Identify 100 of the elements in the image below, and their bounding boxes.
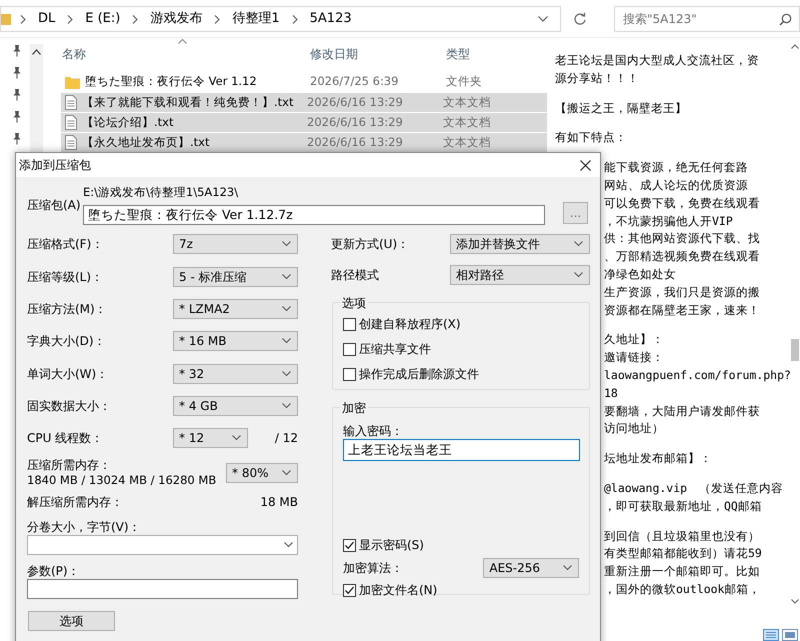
- preview-text-line: 网站、成人论坛的优质资源: [604, 176, 748, 194]
- refresh-icon[interactable]: [573, 12, 587, 26]
- checkbox-label[interactable]: 操作完成后删除源文件: [359, 365, 479, 384]
- preview-text-line: 有类型邮箱都能收到）请花59: [604, 545, 762, 562]
- field-label: 单词大小(W)：: [27, 366, 110, 383]
- dialog-title: 添加到压缩包: [19, 157, 91, 174]
- file-row[interactable]: 【永久地址发布页】.txt 2026/6/16 13:29 文本文档: [61, 132, 547, 152]
- field-label: 压缩等级(L)：: [27, 268, 104, 286]
- breadcrumb-link[interactable]: E (E:): [82, 9, 124, 29]
- column-header[interactable]: 类型: [442, 45, 542, 63]
- dropdown[interactable]: 相对路径: [450, 264, 590, 285]
- memory-usage: 1840 MB / 13024 MB / 16280 MB: [27, 473, 216, 488]
- preview-text-line: @laowang.vip （发送任意内容: [604, 480, 784, 497]
- chevron-down-icon[interactable]: [538, 16, 548, 22]
- preview-text-line: 邀请链接：: [604, 349, 664, 366]
- chevron-down-icon: [284, 542, 293, 548]
- dropdown[interactable]: * LZMA2: [173, 298, 298, 319]
- checkbox-label[interactable]: 显示密码(S): [359, 536, 424, 554]
- pin-icon[interactable]: [12, 132, 22, 145]
- dropdown[interactable]: AES-256: [483, 558, 579, 578]
- breadcrumb-link[interactable]: 待整理1: [229, 9, 283, 29]
- dropdown[interactable]: * 32: [173, 364, 298, 384]
- chevron-down-icon: [282, 241, 291, 248]
- file-name: 堕ちた聖痕：夜行伝令 Ver 1.12: [85, 73, 258, 90]
- details-view-icon[interactable]: [763, 629, 779, 641]
- preview-text-line: 坛地址发布邮箱】：: [604, 450, 712, 468]
- column-header[interactable]: 修改日期: [306, 45, 442, 63]
- archive-name-field[interactable]: 堕ちた聖痕：夜行伝令 Ver 1.12.7z: [83, 205, 545, 226]
- search-field[interactable]: 搜索"5A123": [614, 6, 800, 32]
- preview-text-line: 可以免费下载，免费在线观看: [604, 194, 760, 212]
- dropdown[interactable]: * 12: [173, 428, 248, 448]
- field-label: 压缩格式(F)：: [27, 236, 104, 254]
- chevron-right-icon: [214, 14, 220, 24]
- pin-icon[interactable]: [12, 66, 22, 79]
- file-name: 【论坛介绍】.txt: [82, 114, 174, 131]
- chevron-down-icon: [282, 338, 291, 344]
- checkbox-label[interactable]: 加密文件名(N): [359, 581, 438, 600]
- chevron-down-icon: [563, 564, 572, 571]
- checkbox-label[interactable]: 创建自释放程序(X): [359, 315, 461, 334]
- archive-label: 压缩包(A): [27, 197, 82, 214]
- file-row[interactable]: 堕ちた聖痕：夜行伝令 Ver 1.12 2026/7/25 6:39 文件夹: [61, 72, 547, 92]
- close-icon[interactable]: [580, 160, 591, 170]
- preview-text-line: 久地址】：: [604, 331, 664, 348]
- folder-icon: [65, 76, 80, 88]
- breadcrumb-link[interactable]: DL: [35, 9, 58, 29]
- field-label: 更新方式(U)：: [331, 236, 410, 253]
- checkbox[interactable]: [343, 342, 356, 356]
- password-field[interactable]: 上老王论坛当老王: [343, 439, 580, 462]
- parameters-field[interactable]: [27, 579, 298, 600]
- chevron-right-icon: [20, 14, 26, 24]
- scroll-up-icon[interactable]: [32, 49, 41, 55]
- pin-icon[interactable]: [12, 110, 22, 123]
- dropdown[interactable]: 5 - 标准压缩: [173, 266, 298, 287]
- preview-text-line: laowangpuenf.com/forum.php?: [604, 366, 791, 384]
- chevron-down-icon: [574, 240, 583, 247]
- chevron-down-icon: [282, 306, 291, 312]
- preview-text-line: 能下载资源，绝无任何套路: [604, 159, 748, 176]
- file-row[interactable]: 【论坛介绍】.txt 2026/6/16 13:29 文本文档: [61, 112, 547, 132]
- options-button[interactable]: 选项: [28, 611, 115, 632]
- pin-icon[interactable]: [12, 44, 22, 57]
- field-label: 参数(P)：: [27, 563, 81, 580]
- preview-text-line: 、万部精选视频免费在线观看: [604, 248, 760, 266]
- column-header[interactable]: 名称: [61, 45, 306, 63]
- checkbox[interactable]: [343, 318, 356, 331]
- chevron-down-icon: [282, 370, 291, 377]
- checkbox[interactable]: [343, 584, 356, 597]
- preview-text-line: 资源都在隔壁老王家，速来！: [604, 302, 760, 319]
- preview-text-line: 生产资源，我们只是资源的搬: [604, 284, 760, 301]
- field-label: 加密算法：: [343, 560, 404, 577]
- modified-date: 2026/6/16 13:29: [306, 94, 404, 111]
- pin-icon[interactable]: [12, 88, 22, 101]
- preview-text-line: ，国外的微软outlook邮箱，: [604, 580, 760, 598]
- checkbox-label[interactable]: 压缩共享文件: [359, 340, 431, 358]
- memory-value: 18 MB: [260, 494, 298, 512]
- text-file-icon: [65, 115, 77, 130]
- dropdown[interactable]: 添加并替换文件: [450, 234, 590, 254]
- scrollbar-thumb[interactable]: [791, 339, 799, 361]
- breadcrumb-link[interactable]: 5A123: [306, 9, 355, 29]
- file-row[interactable]: 【来了就能下载和观看！纯免费！】.txt 2026/6/16 13:29 文本文档: [61, 92, 547, 112]
- field-label: 压缩所需内存：: [27, 458, 112, 474]
- preview-text-line: 重新注册一个邮箱即可。比如: [604, 563, 760, 580]
- checkbox[interactable]: [343, 538, 356, 552]
- dropdown[interactable]: * 80%: [226, 463, 298, 484]
- search-icon[interactable]: [779, 13, 792, 26]
- large-icons-view-icon[interactable]: [782, 629, 798, 641]
- file-name: 【来了就能下载和观看！纯免费！】.txt: [82, 94, 294, 111]
- chevron-down-icon: [232, 435, 241, 442]
- scroll-up-icon[interactable]: [791, 44, 799, 49]
- checkbox[interactable]: [343, 368, 356, 381]
- dropdown[interactable]: * 16 MB: [173, 331, 298, 352]
- thread-max: / 12: [274, 430, 298, 448]
- modified-date: 2026/6/16 13:29: [306, 114, 404, 131]
- scroll-down-icon[interactable]: [791, 599, 799, 604]
- dropdown[interactable]: 7z: [173, 234, 298, 254]
- breadcrumb-link[interactable]: 游戏发布: [147, 9, 206, 29]
- file-name: 【永久地址发布页】.txt: [82, 134, 210, 151]
- dropdown[interactable]: * 4 GB: [173, 396, 298, 416]
- address-bar[interactable]: DL E (E:) 游戏发布 待整理1 5A123: [0, 6, 561, 32]
- chevron-down-icon: [574, 272, 583, 278]
- preview-text-line: 净绿色如处女: [604, 266, 676, 283]
